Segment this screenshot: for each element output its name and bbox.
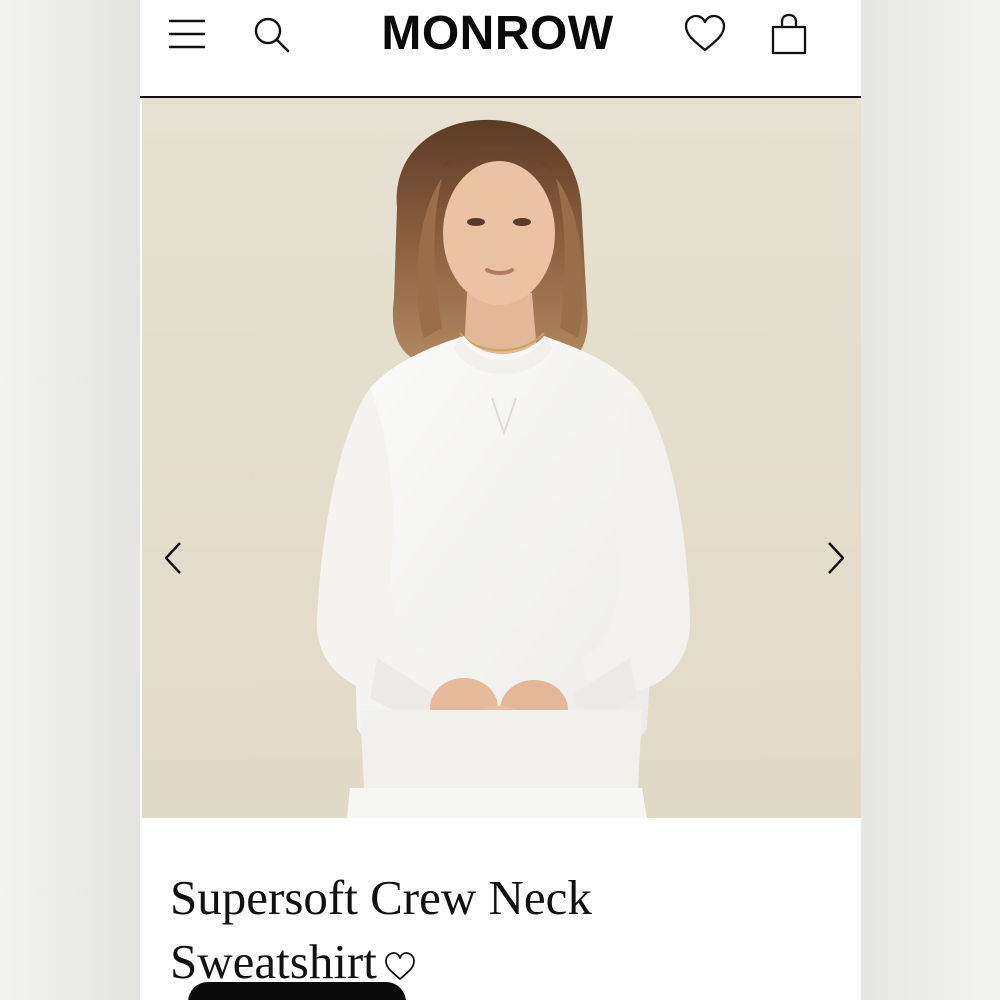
mobile-viewport: MONROW Supersoft Crew Neck Sweatshirt — [140, 0, 861, 1000]
product-title: Supersoft Crew Neck Sweatshirt — [170, 866, 830, 994]
heart-outline-icon[interactable] — [383, 950, 417, 984]
product-image-gallery[interactable] — [142, 98, 861, 818]
cart-button[interactable] — [767, 12, 811, 56]
product-title-line-1: Supersoft Crew Neck — [170, 870, 592, 925]
chevron-right-icon — [828, 542, 845, 574]
product-title-line-2-text: Sweatshirt — [170, 934, 377, 989]
search-icon — [254, 17, 290, 53]
shopping-bag-icon — [771, 13, 807, 55]
wishlist-button[interactable] — [683, 12, 727, 56]
menu-button[interactable] — [165, 12, 209, 56]
search-button[interactable] — [249, 12, 293, 56]
floating-action-bar[interactable] — [188, 982, 406, 1000]
site-header: MONROW — [140, 0, 861, 98]
previous-image-button[interactable] — [154, 538, 194, 578]
brand-logo[interactable]: MONROW — [355, 6, 640, 62]
next-image-button[interactable] — [815, 538, 855, 578]
chevron-left-icon — [164, 542, 181, 574]
product-photo — [142, 98, 861, 818]
hamburger-menu-icon — [169, 19, 205, 49]
heart-outline-icon — [684, 14, 726, 52]
